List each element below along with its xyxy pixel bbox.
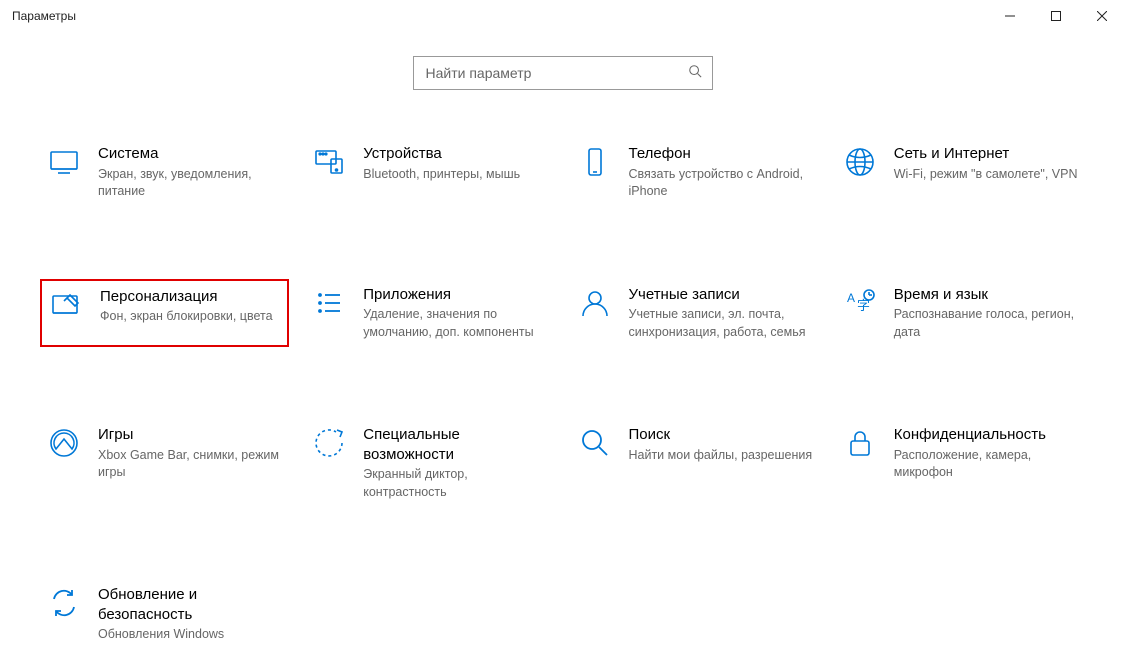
tile-phone[interactable]: Телефон Связать устройство с Android, iP… — [571, 138, 820, 207]
gaming-icon — [46, 427, 82, 463]
tile-title: Устройства — [363, 144, 548, 164]
system-icon — [46, 146, 82, 182]
update-security-icon — [46, 587, 82, 623]
apps-icon — [311, 287, 347, 323]
accounts-icon — [577, 287, 613, 323]
tile-apps[interactable]: Приложения Удаление, значения по умолчан… — [305, 279, 554, 348]
tile-desc: Найти мои файлы, разрешения — [629, 447, 814, 465]
tile-title: Персонализация — [100, 287, 281, 307]
time-language-icon: A字 — [842, 287, 878, 323]
search-box[interactable] — [413, 56, 713, 90]
tile-title: Обновление и безопасность — [98, 585, 283, 624]
privacy-icon — [842, 427, 878, 463]
maximize-button[interactable] — [1033, 0, 1079, 32]
tile-title: Время и язык — [894, 285, 1079, 305]
tile-title: Игры — [98, 425, 283, 445]
tile-title: Система — [98, 144, 283, 164]
window-title: Параметры — [12, 9, 76, 23]
tile-desc: Удаление, значения по умолчанию, доп. ко… — [363, 306, 548, 341]
close-icon — [1097, 11, 1107, 21]
tile-desc: Экран, звук, уведомления, питание — [98, 166, 283, 201]
search-tile-icon — [577, 427, 613, 463]
maximize-icon — [1051, 11, 1061, 21]
svg-text:A: A — [847, 291, 855, 305]
tile-desc: Распознавание голоса, регион, дата — [894, 306, 1079, 341]
tile-system[interactable]: Система Экран, звук, уведомления, питани… — [40, 138, 289, 207]
tile-desc: Обновления Windows — [98, 626, 283, 644]
titlebar: Параметры — [0, 0, 1125, 32]
tile-desc: Wi-Fi, режим "в самолете", VPN — [894, 166, 1079, 184]
ease-of-access-icon — [311, 427, 347, 463]
tile-update-security[interactable]: Обновление и безопасность Обновления Win… — [40, 579, 289, 650]
tile-title: Телефон — [629, 144, 814, 164]
tile-ease-of-access[interactable]: Специальные возможности Экранный диктор,… — [305, 419, 554, 507]
tile-desc: Xbox Game Bar, снимки, режим игры — [98, 447, 283, 482]
tile-search[interactable]: Поиск Найти мои файлы, разрешения — [571, 419, 820, 507]
tile-desc: Bluetooth, принтеры, мышь — [363, 166, 548, 184]
tile-desc: Связать устройство с Android, iPhone — [629, 166, 814, 201]
phone-icon — [577, 146, 613, 182]
network-icon — [842, 146, 878, 182]
tile-title: Конфиденциальность — [894, 425, 1079, 445]
tile-title: Поиск — [629, 425, 814, 445]
tile-time-language[interactable]: A字 Время и язык Распознавание голоса, ре… — [836, 279, 1085, 348]
personalization-icon — [48, 289, 84, 325]
tile-personalization[interactable]: Персонализация Фон, экран блокировки, цв… — [40, 279, 289, 348]
tile-title: Приложения — [363, 285, 548, 305]
tile-desc: Фон, экран блокировки, цвета — [100, 308, 281, 326]
tile-devices[interactable]: Устройства Bluetooth, принтеры, мышь — [305, 138, 554, 207]
tile-desc: Расположение, камера, микрофон — [894, 447, 1079, 482]
minimize-icon — [1005, 11, 1015, 21]
tile-privacy[interactable]: Конфиденциальность Расположение, камера,… — [836, 419, 1085, 507]
tile-desc: Учетные записи, эл. почта, синхронизация… — [629, 306, 814, 341]
close-button[interactable] — [1079, 0, 1125, 32]
settings-grid: Система Экран, звук, уведомления, питани… — [0, 138, 1125, 650]
devices-icon — [311, 146, 347, 182]
tile-title: Специальные возможности — [363, 425, 548, 464]
search-input[interactable] — [424, 64, 688, 82]
tile-gaming[interactable]: Игры Xbox Game Bar, снимки, режим игры — [40, 419, 289, 507]
tile-network[interactable]: Сеть и Интернет Wi-Fi, режим "в самолете… — [836, 138, 1085, 207]
minimize-button[interactable] — [987, 0, 1033, 32]
search-bar — [0, 56, 1125, 90]
tile-title: Учетные записи — [629, 285, 814, 305]
tile-desc: Экранный диктор, контрастность — [363, 466, 548, 501]
search-icon — [688, 64, 702, 83]
tile-title: Сеть и Интернет — [894, 144, 1079, 164]
tile-accounts[interactable]: Учетные записи Учетные записи, эл. почта… — [571, 279, 820, 348]
